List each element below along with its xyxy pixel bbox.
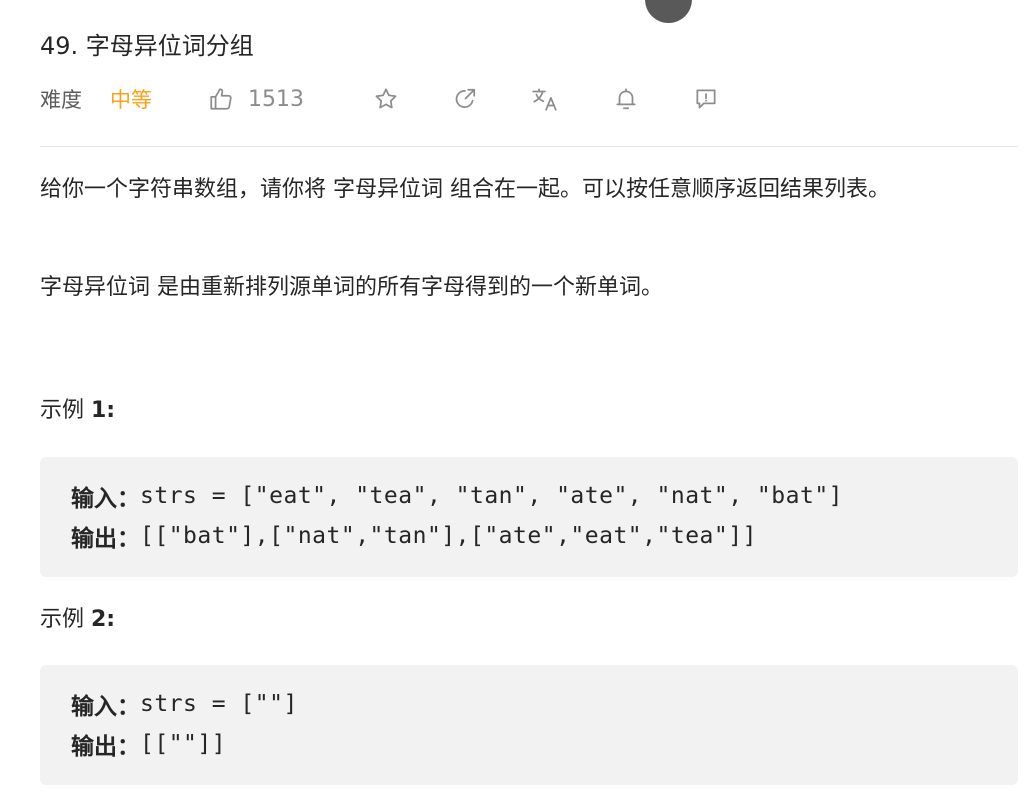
example-1-input-label: 输入： bbox=[71, 486, 140, 512]
problem-title: 49. 字母异位词分组 bbox=[40, 32, 254, 60]
feedback-icon bbox=[693, 86, 719, 112]
feedback-button[interactable] bbox=[689, 82, 723, 116]
example-1-output-line: 输出： [["bat"],["nat","tan"],["ate","eat","… bbox=[71, 519, 757, 553]
example-2-output-value: [[""]] bbox=[140, 731, 227, 757]
share-button[interactable] bbox=[448, 82, 482, 116]
like-count: 1513 bbox=[248, 86, 304, 112]
like-button[interactable]: 1513 bbox=[208, 82, 304, 116]
example-1-input-line: 输入： strs = ["eat", "tea", "tan", "ate", "… bbox=[71, 479, 843, 513]
example-2-title: 示例 2: bbox=[40, 605, 115, 635]
example-2-input-label: 输入： bbox=[71, 694, 140, 720]
example-1-output-label: 输出： bbox=[71, 526, 140, 552]
example-2-output-line: 输出： [[""]] bbox=[71, 727, 226, 761]
example-1-input-value: strs = ["eat", "tea", "tan", "ate", "nat… bbox=[140, 483, 844, 509]
example-1-title-prefix: 示例 bbox=[40, 398, 91, 423]
example-2-input-value: strs = [""] bbox=[140, 691, 298, 717]
example-2-title-prefix: 示例 bbox=[40, 607, 91, 632]
problem-toolbar: 难度 中等 1513 bbox=[40, 82, 1020, 116]
translate-icon bbox=[531, 86, 559, 112]
translate-button[interactable] bbox=[528, 82, 562, 116]
example-1-code-block: 输入： strs = ["eat", "tea", "tan", "ate", "… bbox=[40, 457, 1018, 577]
definition-paragraph: 字母异位词 是由重新排列源单词的所有字母得到的一个新单词。 bbox=[40, 275, 663, 300]
bell-icon bbox=[613, 86, 639, 112]
header-divider bbox=[40, 146, 1018, 147]
notification-button[interactable] bbox=[609, 82, 643, 116]
example-2-title-number: 2: bbox=[91, 607, 116, 632]
example-2-output-label: 输出： bbox=[71, 734, 140, 760]
example-1-output-value: [["bat"],["nat","tan"],["ate","eat","tea… bbox=[140, 523, 757, 549]
star-icon bbox=[373, 86, 399, 112]
difficulty-badge: 中等 bbox=[110, 88, 152, 112]
favorite-button[interactable] bbox=[369, 82, 403, 116]
example-1-title: 示例 1: bbox=[40, 396, 115, 426]
difficulty-label: 难度 bbox=[40, 88, 82, 112]
example-2-code-block: 输入： strs = [""] 输出： [[""]] bbox=[40, 665, 1018, 785]
share-icon bbox=[452, 86, 478, 112]
floating-dot[interactable] bbox=[645, 0, 692, 23]
description-paragraph: 给你一个字符串数组，请你将 字母异位词 组合在一起。可以按任意顺序返回结果列表。 bbox=[40, 177, 890, 202]
thumbs-up-icon bbox=[208, 86, 234, 112]
example-1-title-number: 1: bbox=[91, 398, 116, 423]
example-2-input-line: 输入： strs = [""] bbox=[71, 687, 298, 721]
